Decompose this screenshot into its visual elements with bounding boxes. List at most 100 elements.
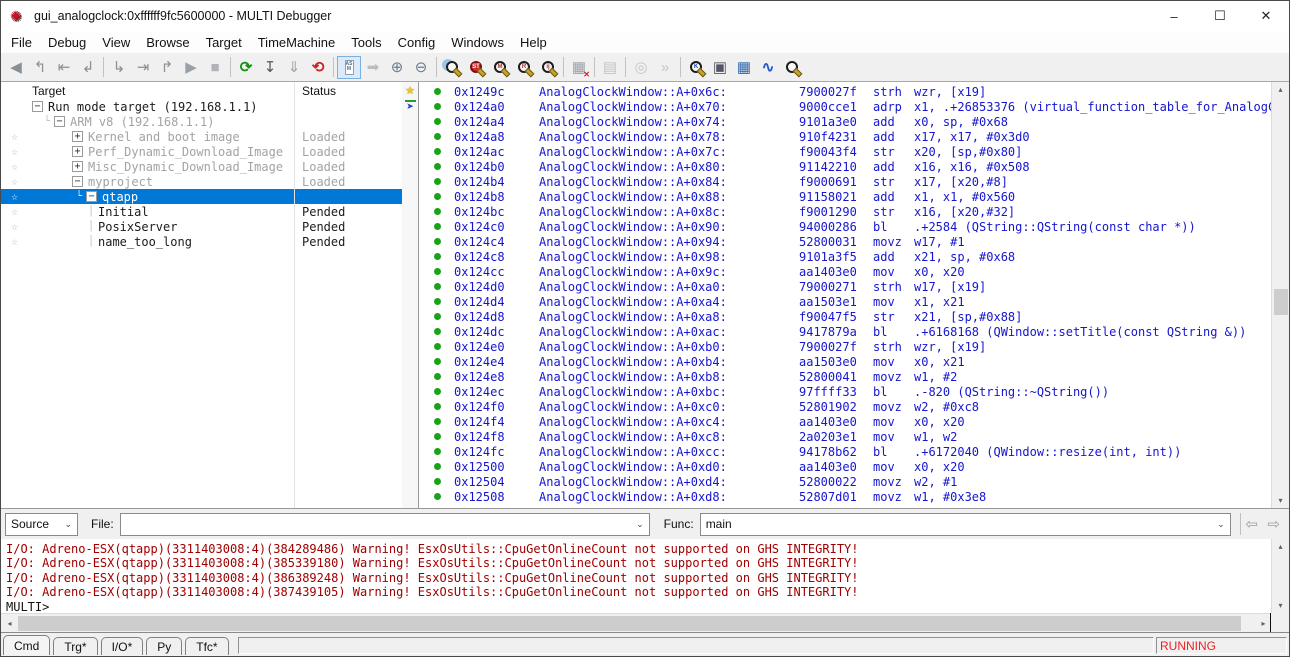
reload-source-icon[interactable]: ⟲ [306,56,330,79]
breakpoint-dot-icon[interactable] [434,343,441,350]
breakpoint-dot-icon[interactable] [434,208,441,215]
disasm-row[interactable]: 0x124c4AnalogClockWindow::A+0x94:5280003… [420,234,1271,249]
disasm-row[interactable]: 0x124a8AnalogClockWindow::A+0x78:910f423… [420,129,1271,144]
breakpoint-dot-icon[interactable] [434,268,441,275]
menu-timemachine[interactable]: TimeMachine [250,35,344,50]
scroll-left-icon[interactable]: ◂ [1,614,18,633]
breakpoint-gutter[interactable] [420,283,454,290]
disasm-row[interactable]: 0x124c8AnalogClockWindow::A+0x98:9101a3f… [420,249,1271,264]
load-image-icon[interactable]: ⇓ [282,56,306,79]
breakpoint-dot-icon[interactable] [434,238,441,245]
disasm-row[interactable]: 0x124ccAnalogClockWindow::A+0x9c:aa1403e… [420,264,1271,279]
restart-icon[interactable]: ⟳ [234,56,258,79]
tree-row-initial[interactable]: ☆│InitialPended [1,204,403,219]
breakpoint-dot-icon[interactable] [434,178,441,185]
breakpoint-dot-icon[interactable] [434,493,441,500]
locals-window-icon[interactable]: ij [536,56,560,79]
breakpoint-dot-icon[interactable] [434,388,441,395]
stop-search-icon[interactable]: ST [464,56,488,79]
tree-row-run-mode-target-192-168-1-1-[interactable]: −Run mode target (192.168.1.1) [1,99,403,114]
bookmark-star-icon[interactable]: ☆ [1,204,28,219]
profile-icon[interactable]: ◎ [629,56,653,79]
breakpoint-dot-icon[interactable] [434,298,441,305]
breakpoint-gutter[interactable] [420,358,454,365]
asm-window-icon[interactable]: ASM [337,56,361,79]
horizontal-scrollbar[interactable]: ◂ ▸ [1,613,1272,632]
minimize-button[interactable]: – [1151,1,1197,31]
history-forward-icon[interactable]: ⇨ [1263,513,1285,535]
breakpoint-dot-icon[interactable] [434,193,441,200]
disasm-row[interactable]: 0x124f0AnalogClockWindow::A+0xc0:5280190… [420,399,1271,414]
tree-row-posixserver[interactable]: ☆│PosixServerPended [1,219,403,234]
breakpoint-dot-icon[interactable] [434,88,441,95]
bookmark-star-icon[interactable]: ☆ [1,189,28,204]
disasm-row[interactable]: 0x124d8AnalogClockWindow::A+0xa8:f90047f… [420,309,1271,324]
breakpoint-gutter[interactable] [420,403,454,410]
disasm-row[interactable]: 0x124a0AnalogClockWindow::A+0x70:9000cce… [420,99,1271,114]
breakpoint-dot-icon[interactable] [434,358,441,365]
console-scrollbar[interactable]: ▴ ▾ [1271,539,1289,613]
breakpoint-gutter[interactable] [420,313,454,320]
breakpoint-gutter[interactable] [420,103,454,110]
bookmark-star-icon[interactable]: ☆ [1,159,28,174]
breakpoint-gutter[interactable] [420,478,454,485]
tab-tfc[interactable]: Tfc* [185,637,228,655]
menu-tools[interactable]: Tools [343,35,389,50]
disasm-row[interactable]: 0x124c0AnalogClockWindow::A+0x90:9400028… [420,219,1271,234]
tree-row-misc-dynamic-download-image[interactable]: ☆+Misc_Dynamic_Download_ImageLoaded [1,159,403,174]
breakpoint-gutter[interactable] [420,418,454,425]
breakpoint-gutter[interactable] [420,448,454,455]
kernel-objects-icon[interactable]: K [684,56,708,79]
memory-grid-icon[interactable]: ▦ [732,56,756,79]
disasm-row[interactable]: 0x124b0AnalogClockWindow::A+0x80:9114221… [420,159,1271,174]
breakpoint-dot-icon[interactable] [434,313,441,320]
tree-row-qtapp[interactable]: ☆└−qtapp [1,189,403,204]
scrollbar-thumb[interactable] [18,616,1241,631]
bookmark-star-icon[interactable]: ☆ [1,234,28,249]
breakpoint-gutter[interactable] [420,193,454,200]
step-out-icon[interactable]: ↱ [155,56,179,79]
command-console[interactable]: I/O: Adreno-ESX(qtapp)(3311403008:4)(384… [1,539,1271,613]
disasm-row[interactable]: 0x124b4AnalogClockWindow::A+0x84:f900069… [420,174,1271,189]
breakpoint-dot-icon[interactable] [434,418,441,425]
breakpoint-dot-icon[interactable] [434,223,441,230]
tree-row-kernel-and-boot-image[interactable]: ☆+Kernel and boot imageLoaded [1,129,403,144]
breakpoint-gutter[interactable] [420,163,454,170]
disasm-row[interactable]: 0x12500AnalogClockWindow::A+0xd0:aa1403e… [420,459,1271,474]
tab-io[interactable]: I/O* [101,637,144,655]
breakpoint-gutter[interactable] [420,463,454,470]
breakpoint-gutter[interactable] [420,343,454,350]
breakpoint-gutter[interactable] [420,178,454,185]
menu-help[interactable]: Help [512,35,555,50]
close-button[interactable]: ✕ [1243,1,1289,31]
breakpoint-dot-icon[interactable] [434,463,441,470]
clear-profile-icon[interactable]: ▦✕ [567,56,591,79]
disasm-row[interactable]: 0x124d4AnalogClockWindow::A+0xa4:aa1503e… [420,294,1271,309]
disasm-row[interactable]: 0x12504AnalogClockWindow::A+0xd4:5280002… [420,474,1271,489]
menu-browse[interactable]: Browse [138,35,197,50]
tree-row-myproject[interactable]: ☆−myprojectLoaded [1,174,403,189]
app-bug-icon[interactable]: ✺ [10,8,26,24]
menu-windows[interactable]: Windows [443,35,512,50]
breakpoint-gutter[interactable] [420,328,454,335]
disassembly-scrollbar[interactable]: ▴ ▾ [1271,82,1289,508]
breakpoint-gutter[interactable] [420,238,454,245]
tree-row-arm-v8-192-168-1-1-[interactable]: └−ARM v8 (192.168.1.1) [1,114,403,129]
breakpoint-dot-icon[interactable] [434,283,441,290]
expand-icon[interactable]: + [72,131,83,142]
breakpoint-dot-icon[interactable] [434,253,441,260]
bookmark-star-icon[interactable]: ☆ [1,129,28,144]
breakpoint-gutter[interactable] [420,208,454,215]
signal-analyzer-icon[interactable]: ∿ [756,56,780,79]
collapse-icon[interactable]: − [32,101,43,112]
history-back-icon[interactable]: ⇦ [1241,513,1263,535]
bookmark-star-icon[interactable]: ☆ [1,144,28,159]
tab-py[interactable]: Py [146,637,182,655]
halt-icon[interactable]: ■ [203,56,227,79]
menu-view[interactable]: View [94,35,138,50]
file-combobox[interactable]: ⌄ [120,513,650,536]
disasm-row[interactable]: 0x124dcAnalogClockWindow::A+0xac:9417879… [420,324,1271,339]
register-window-icon[interactable]: R [512,56,536,79]
disasm-row[interactable]: 0x12508AnalogClockWindow::A+0xd8:52807d0… [420,489,1271,504]
scroll-up-icon[interactable]: ▴ [1272,539,1289,554]
